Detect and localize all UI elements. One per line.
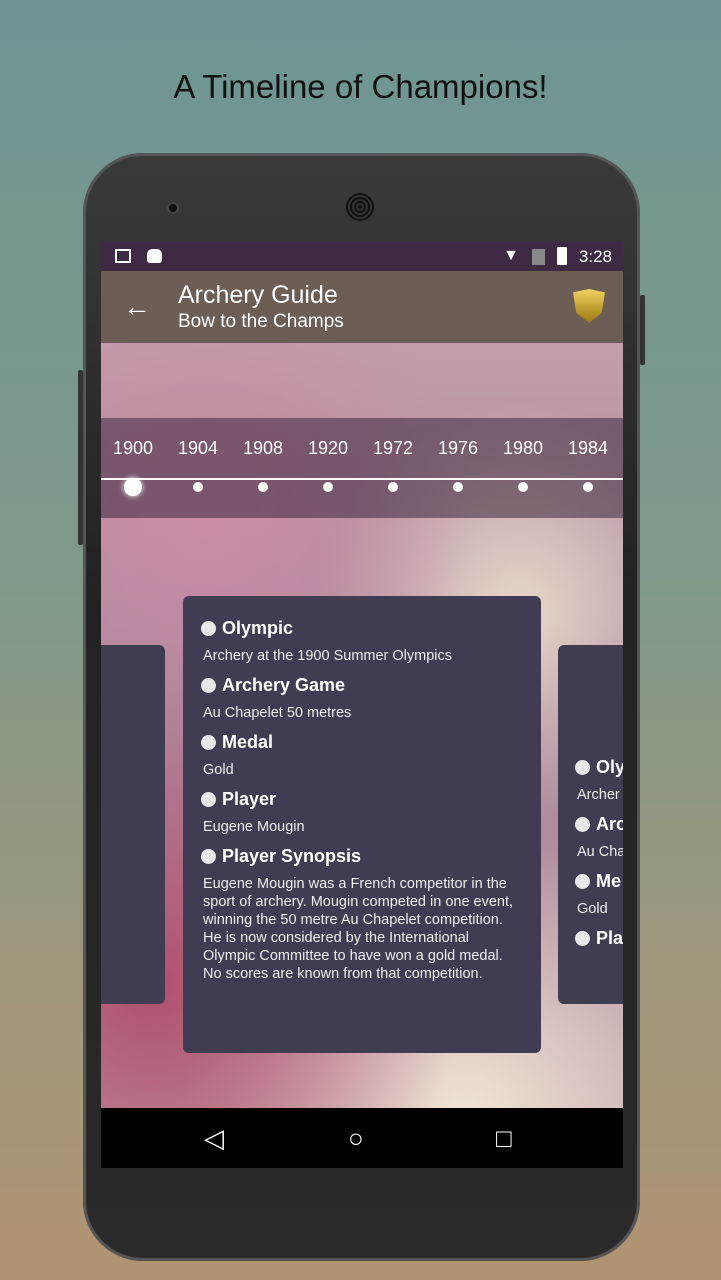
card-field: Archery Game Au Chapelet 50 metres	[201, 675, 523, 722]
card-field: Olympic Archery at the 1900 Summer Olympi…	[201, 618, 523, 665]
timeline-dot-1900[interactable]	[124, 478, 142, 496]
field-value: Gold	[577, 901, 608, 917]
field-value: Archer	[577, 787, 620, 803]
timeline-dot-1972[interactable]	[388, 482, 398, 492]
field-label: Medal	[201, 732, 523, 753]
clock: 3:28	[578, 247, 612, 266]
radio-button-icon[interactable]	[575, 931, 590, 946]
field-label-text: Player Synopsis	[222, 846, 362, 866]
field-label: Player	[201, 789, 523, 810]
year-1972[interactable]: 1972	[363, 438, 423, 459]
field-label: Pla	[575, 928, 623, 949]
year-1908[interactable]: 1908	[233, 438, 293, 459]
speaker-grille	[346, 193, 374, 221]
field-label: Me	[575, 871, 623, 892]
card-field: Player Eugene Mougin	[201, 789, 523, 836]
radio-button-icon[interactable]	[201, 849, 216, 864]
radio-button-icon[interactable]	[201, 678, 216, 693]
image-icon	[115, 249, 131, 263]
field-label: Olympic	[201, 618, 523, 639]
field-value: Au Chapelet 50 metres	[203, 705, 352, 721]
field-label-text: Oly	[596, 757, 623, 777]
year-1984[interactable]: 1984	[558, 438, 618, 459]
card-field: Oly Archer	[575, 757, 623, 804]
field-label-text: Archery Game	[222, 675, 346, 695]
field-label: Oly	[575, 757, 623, 778]
no-sim-icon	[532, 249, 545, 265]
field-label: Archery Game	[201, 675, 523, 696]
timeline-dot-1984[interactable]	[583, 482, 593, 492]
android-icon	[147, 249, 162, 263]
nav-back-icon[interactable]: ◁	[204, 1123, 224, 1154]
year-1920[interactable]: 1920	[298, 438, 358, 459]
nav-home-icon[interactable]: ○	[348, 1123, 364, 1154]
field-label: Player Synopsis	[201, 846, 523, 867]
radio-button-icon[interactable]	[201, 735, 216, 750]
app-bar: ← Archery Guide Bow to the Champs	[101, 271, 623, 343]
prev-card[interactable]	[101, 645, 165, 1004]
field-value: Eugene Mougin was a French competitor in…	[203, 876, 514, 982]
timeline-dot-1920[interactable]	[323, 482, 333, 492]
card-field: Pla	[575, 928, 623, 949]
field-value: Eugene Mougin	[203, 819, 305, 835]
timeline-dot-1976[interactable]	[453, 482, 463, 492]
field-label-text: Pla	[596, 928, 623, 948]
field-label-text: Arc	[596, 814, 623, 834]
app-subtitle: Bow to the Champs	[178, 311, 344, 332]
radio-button-icon[interactable]	[201, 792, 216, 807]
headline: A Timeline of Champions!	[173, 68, 548, 105]
nav-recents-icon[interactable]: □	[496, 1123, 512, 1154]
ev-logo[interactable]	[573, 289, 605, 323]
radio-button-icon[interactable]	[575, 760, 590, 775]
card-field: Player Synopsis Eugene Mougin was a Frenc…	[201, 846, 523, 983]
battery-charging-icon	[557, 247, 567, 265]
navigation-bar: ◁ ○ □	[101, 1108, 623, 1168]
year-1980[interactable]: 1980	[493, 438, 553, 459]
field-value: Gold	[203, 762, 234, 778]
year-1900[interactable]: 1900	[103, 438, 163, 459]
status-bar: ▼ 3:28	[101, 241, 623, 271]
app-title: Archery Guide	[178, 281, 338, 309]
field-label-text: Player	[222, 789, 277, 809]
power-button	[640, 295, 645, 365]
field-label-text: Olympic	[222, 618, 294, 638]
timeline-dot-1980[interactable]	[518, 482, 528, 492]
field-label: Arc	[575, 814, 623, 835]
year-1976[interactable]: 1976	[428, 438, 488, 459]
year-1904[interactable]: 1904	[168, 438, 228, 459]
card-field: Arc Au Cha	[575, 814, 623, 861]
wifi-icon: ▼	[503, 247, 519, 264]
field-value: Au Cha	[577, 844, 623, 860]
radio-button-icon[interactable]	[201, 621, 216, 636]
year-timeline: 1900 1904 1908 1920 1972 1976 1980 1984	[101, 418, 623, 518]
back-arrow-icon[interactable]: ←	[123, 291, 151, 323]
next-card[interactable]: Oly Archer Arc Au Cha Me Gold Pla	[558, 645, 623, 1004]
field-label-text: Me	[596, 871, 622, 891]
card-field: Medal Gold	[201, 732, 523, 779]
field-label-text: Medal	[222, 732, 274, 752]
timeline-dot-1908[interactable]	[258, 482, 268, 492]
front-camera	[167, 202, 179, 214]
radio-button-icon[interactable]	[575, 874, 590, 889]
timeline-line	[101, 478, 623, 480]
field-value: Archery at the 1900 Summer Olympics	[203, 648, 453, 664]
screen: ▼ 3:28 ← Archery Guide Bow to the Champs…	[101, 241, 623, 1168]
champion-card: Olympic Archery at the 1900 Summer Olympi…	[183, 596, 541, 1053]
timeline-dot-1904[interactable]	[193, 482, 203, 492]
card-field: Me Gold	[575, 871, 623, 918]
radio-button-icon[interactable]	[575, 817, 590, 832]
